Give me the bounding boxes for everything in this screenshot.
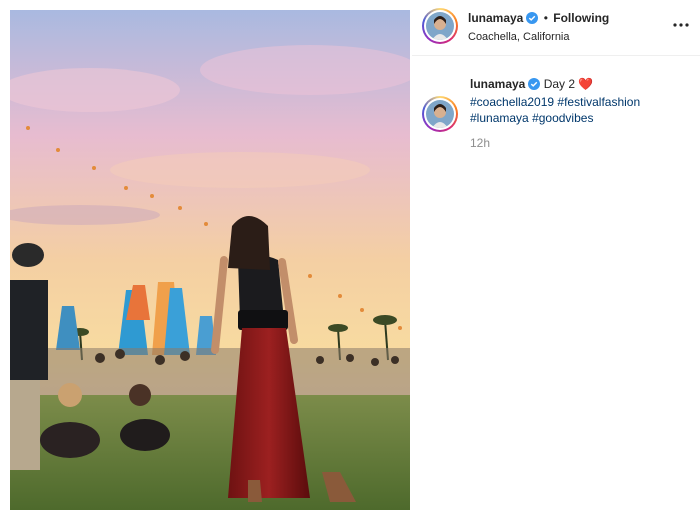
hashtag-link[interactable]: #lunamaya — [470, 111, 529, 125]
separator-dot: • — [543, 11, 548, 25]
heart-emoji-icon: ❤️ — [578, 77, 594, 91]
hashtag-link[interactable]: #coachella2019 — [470, 95, 554, 109]
verified-badge-icon — [526, 12, 539, 28]
post-sidebar: lunamaya • Following Coachella, Californ… — [412, 0, 700, 520]
header-text: lunamaya • Following Coachella, Californ… — [468, 11, 609, 45]
avatar-image — [426, 100, 454, 128]
post-image[interactable] — [10, 10, 410, 510]
avatar-image — [426, 12, 454, 40]
following-button[interactable]: Following — [553, 11, 609, 25]
festival-photo — [10, 10, 410, 510]
location-link[interactable]: Coachella, California — [468, 30, 609, 45]
caption-text: Day 2 — [543, 77, 576, 91]
hashtag-link[interactable]: #goodvibes — [532, 111, 593, 125]
verified-badge-icon — [528, 78, 541, 94]
post-timestamp[interactable]: 12h — [470, 136, 490, 150]
caption-username[interactable]: lunamaya — [470, 77, 525, 91]
more-options-icon[interactable] — [672, 16, 690, 34]
avatar[interactable] — [422, 8, 458, 44]
hashtag-link[interactable]: #festivalfashion — [557, 95, 640, 109]
post-header: lunamaya • Following Coachella, Californ… — [412, 0, 700, 56]
caption-avatar[interactable] — [422, 96, 458, 132]
post-caption: lunamaya Day 2 ❤️ #coachella2019 #festiv… — [470, 76, 690, 126]
header-username[interactable]: lunamaya — [468, 11, 523, 25]
